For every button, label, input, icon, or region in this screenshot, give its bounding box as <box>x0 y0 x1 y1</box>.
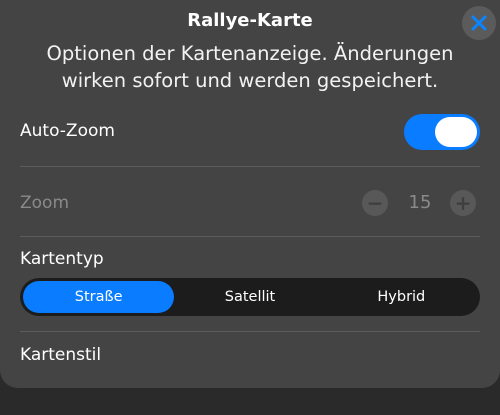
zoom-decrement-button[interactable]: − <box>362 190 388 216</box>
close-button[interactable] <box>462 6 496 40</box>
segment-strasse[interactable]: Straße <box>23 281 175 313</box>
divider <box>20 166 480 167</box>
divider <box>20 331 480 332</box>
segment-hybrid[interactable]: Hybrid <box>326 281 477 313</box>
divider <box>20 236 480 237</box>
map-options-sheet: Rallye-Karte Optionen der Kartenanzeige.… <box>0 0 500 388</box>
zoom-increment-button[interactable]: + <box>450 190 476 216</box>
sheet-title: Rallye-Karte <box>187 10 313 31</box>
segment-satellit[interactable]: Satellit <box>174 281 325 313</box>
map-style-label[interactable]: Kartenstil <box>20 345 101 365</box>
screen: Rallye-Karte Optionen der Kartenanzeige.… <box>0 0 500 415</box>
close-icon <box>471 15 487 31</box>
zoom-value: 15 <box>408 192 432 213</box>
zoom-label: Zoom <box>20 193 70 213</box>
sheet-description: Optionen der Kartenanzeige. Änderungen w… <box>46 42 454 92</box>
minus-icon: − <box>366 191 384 215</box>
auto-zoom-label: Auto-Zoom <box>20 121 115 141</box>
auto-zoom-toggle[interactable] <box>404 114 480 150</box>
map-type-segmented-control: Straße Satellit Hybrid <box>20 278 480 316</box>
toggle-knob <box>435 117 477 147</box>
map-type-label: Kartentyp <box>20 249 104 269</box>
plus-icon: + <box>454 191 472 215</box>
